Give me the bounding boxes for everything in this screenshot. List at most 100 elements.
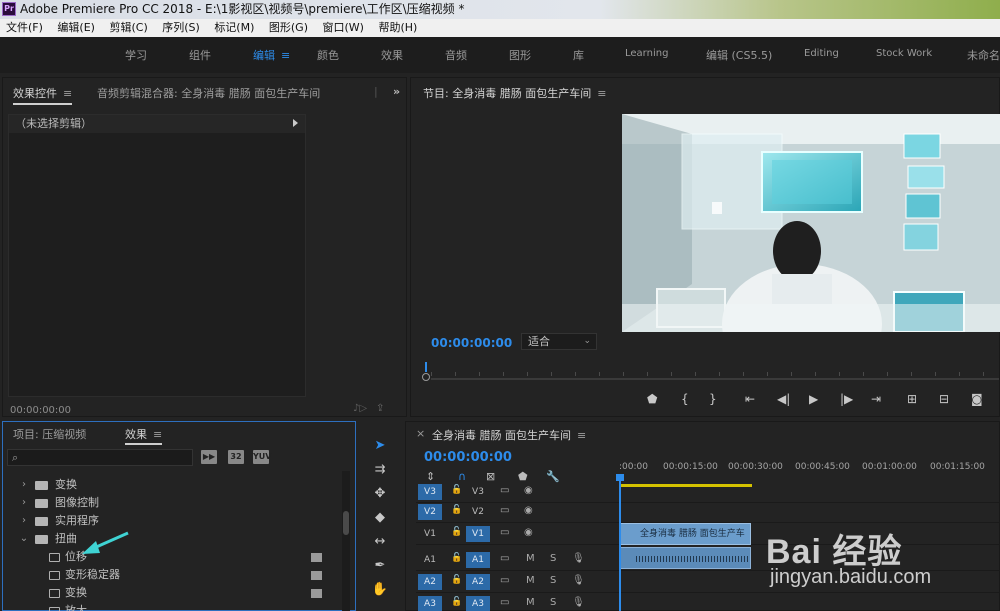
track-select-tool-icon[interactable]: ⇉ xyxy=(371,461,389,479)
accelerated-effects-icon[interactable]: ▶▶ xyxy=(201,450,217,464)
close-icon[interactable]: × xyxy=(416,427,425,440)
mark-out-icon[interactable]: } xyxy=(709,392,717,406)
program-menu-icon[interactable]: ≡ xyxy=(597,87,606,100)
lift-icon[interactable]: ⊞ xyxy=(907,392,917,406)
eye-icon[interactable]: ◉ xyxy=(524,505,533,516)
chevron-right-icon[interactable]: › xyxy=(19,494,29,512)
yuv-effects-icon[interactable]: YUV xyxy=(253,450,271,464)
slip-tool-icon[interactable]: ↔ xyxy=(371,533,389,551)
eye-icon[interactable]: ◉ xyxy=(524,527,533,538)
mute-button[interactable]: M xyxy=(526,597,535,608)
audio-clip[interactable] xyxy=(619,547,751,569)
workspace-libraries[interactable]: 库 xyxy=(573,47,584,63)
tab-program[interactable]: 节目: 全身消毒 腊肠 面包生产车间 ≡ xyxy=(423,85,606,101)
tab-project[interactable]: 项目: 压缩视频 xyxy=(13,426,86,442)
menu-edit[interactable]: 编辑(E) xyxy=(52,19,100,37)
workspace-stock-work[interactable]: Stock Work xyxy=(876,48,932,59)
panel-menu-icon[interactable]: ≡ xyxy=(63,87,72,100)
workspace-effects[interactable]: 效果 xyxy=(381,47,403,63)
sync-lock-icon[interactable]: ▭ xyxy=(500,597,509,608)
sync-lock-icon[interactable]: ▭ xyxy=(500,485,509,496)
workspace-untitled[interactable]: 未命名 xyxy=(967,47,1000,63)
ripple-edit-tool-icon[interactable]: ✥ xyxy=(371,485,389,503)
menu-marker[interactable]: 标记(M) xyxy=(209,19,259,37)
menu-help[interactable]: 帮助(H) xyxy=(373,19,422,37)
export-frame-icon[interactable]: ⇪ xyxy=(376,403,384,414)
workspace-learning-en[interactable]: Learning xyxy=(625,48,668,59)
add-marker-icon[interactable]: ⬟ xyxy=(647,392,657,406)
sync-lock-icon[interactable]: ▭ xyxy=(500,553,509,564)
timeline-playhead[interactable] xyxy=(616,474,624,611)
tree-effect-warp-stabilizer[interactable]: 变形稳定器 xyxy=(3,566,343,584)
extract-icon[interactable]: ⊟ xyxy=(939,392,949,406)
solo-button[interactable]: S xyxy=(550,575,556,586)
chevron-down-icon[interactable]: ⌄ xyxy=(19,530,29,548)
lock-icon[interactable]: 🔓 xyxy=(451,597,462,607)
menu-graphics[interactable]: 图形(G) xyxy=(264,19,313,37)
selection-tool-icon[interactable]: ➤ xyxy=(371,437,389,455)
workspace-learn[interactable]: 学习 xyxy=(125,47,147,63)
solo-button[interactable]: S xyxy=(550,553,556,564)
tab-effects[interactable]: 效果 ≡ xyxy=(125,426,163,445)
track-source-a3[interactable]: A3 xyxy=(418,596,442,611)
lock-icon[interactable]: 🔓 xyxy=(451,553,462,563)
scrollbar-thumb[interactable] xyxy=(343,511,349,535)
tree-folder-distort[interactable]: ⌄ 扭曲 xyxy=(3,530,343,548)
tree-folder-transform[interactable]: › 变换 xyxy=(3,476,343,494)
sequence-menu-icon[interactable]: ≡ xyxy=(577,429,586,442)
program-scrub-bar[interactable] xyxy=(422,360,999,382)
track-source-a1[interactable]: A1 xyxy=(418,552,442,568)
track-target-a2[interactable]: A2 xyxy=(466,574,490,590)
lock-icon[interactable]: 🔓 xyxy=(451,527,462,537)
razor-tool-icon[interactable]: ◆ xyxy=(371,509,389,527)
step-back-icon[interactable]: ◀| xyxy=(777,392,790,406)
tree-effect-magnify[interactable]: 放大 xyxy=(3,602,343,611)
program-timecode[interactable]: 00:00:00:00 xyxy=(431,336,512,350)
track-target-a3[interactable]: A3 xyxy=(466,596,490,611)
menu-sequence[interactable]: 序列(S) xyxy=(157,19,205,37)
hand-tool-icon[interactable]: ✋ xyxy=(371,581,389,599)
32bit-effects-icon[interactable]: 32 xyxy=(228,450,244,464)
microphone-icon[interactable]: 🎙 xyxy=(572,553,585,564)
timeline-ruler[interactable]: :00:00 00:00:15:00 00:00:30:00 00:00:45:… xyxy=(619,459,1000,477)
zoom-handle[interactable] xyxy=(422,373,430,381)
playhead-knob[interactable] xyxy=(616,474,624,481)
play-icon[interactable]: ▶ xyxy=(809,392,818,406)
effects-menu-icon[interactable]: ≡ xyxy=(153,428,162,441)
program-playhead[interactable] xyxy=(425,362,427,372)
track-source-a2[interactable]: A2 xyxy=(418,574,442,590)
lock-icon[interactable]: 🔓 xyxy=(451,575,462,585)
chevron-right-icon[interactable]: › xyxy=(19,512,29,530)
track-target-v3[interactable]: V3 xyxy=(466,484,490,500)
solo-button[interactable]: S xyxy=(550,597,556,608)
track-target-v1[interactable]: V1 xyxy=(466,526,490,542)
track-source-v1[interactable]: V1 xyxy=(418,526,442,542)
workspace-audio[interactable]: 音频 xyxy=(445,47,467,63)
track-source-v3[interactable]: V3 xyxy=(418,484,442,500)
workspace-assembly[interactable]: 组件 xyxy=(189,47,211,63)
tab-audio-clip-mixer[interactable]: 音频剪辑混合器: 全身消毒 腊肠 面包生产车间 xyxy=(97,85,320,101)
menu-clip[interactable]: 剪辑(C) xyxy=(104,19,152,37)
effects-scrollbar[interactable] xyxy=(342,471,350,611)
pen-tool-icon[interactable]: ✒ xyxy=(371,557,389,575)
menu-file[interactable]: 文件(F) xyxy=(1,19,48,37)
effects-search-input[interactable]: ⌕ xyxy=(7,449,193,466)
menu-window[interactable]: 窗口(W) xyxy=(318,19,369,37)
workspace-editing-cs55[interactable]: 编辑 (CS5.5) xyxy=(706,47,772,63)
workspace-graphics[interactable]: 图形 xyxy=(509,47,531,63)
program-video-frame[interactable] xyxy=(622,114,1000,332)
mark-in-icon[interactable]: { xyxy=(681,392,689,406)
tree-effect-transform[interactable]: 变换 xyxy=(3,584,343,602)
expand-tabs-icon[interactable]: » xyxy=(393,85,400,98)
workspace-editing[interactable]: 编辑 ≡ xyxy=(253,47,290,63)
track-source-v2[interactable]: V2 xyxy=(418,504,442,520)
play-audio-icon[interactable]: ♪▷ xyxy=(353,403,367,414)
workspace-menu-icon[interactable]: ≡ xyxy=(281,49,290,62)
lock-icon[interactable]: 🔓 xyxy=(451,485,462,495)
lock-icon[interactable]: 🔓 xyxy=(451,505,462,515)
tab-effect-controls[interactable]: 效果控件 ≡ xyxy=(13,85,73,105)
microphone-icon[interactable]: 🎙 xyxy=(572,597,585,608)
go-to-in-icon[interactable]: ⇤ xyxy=(745,392,755,406)
mute-button[interactable]: M xyxy=(526,553,535,564)
workspace-color[interactable]: 颜色 xyxy=(317,47,339,63)
